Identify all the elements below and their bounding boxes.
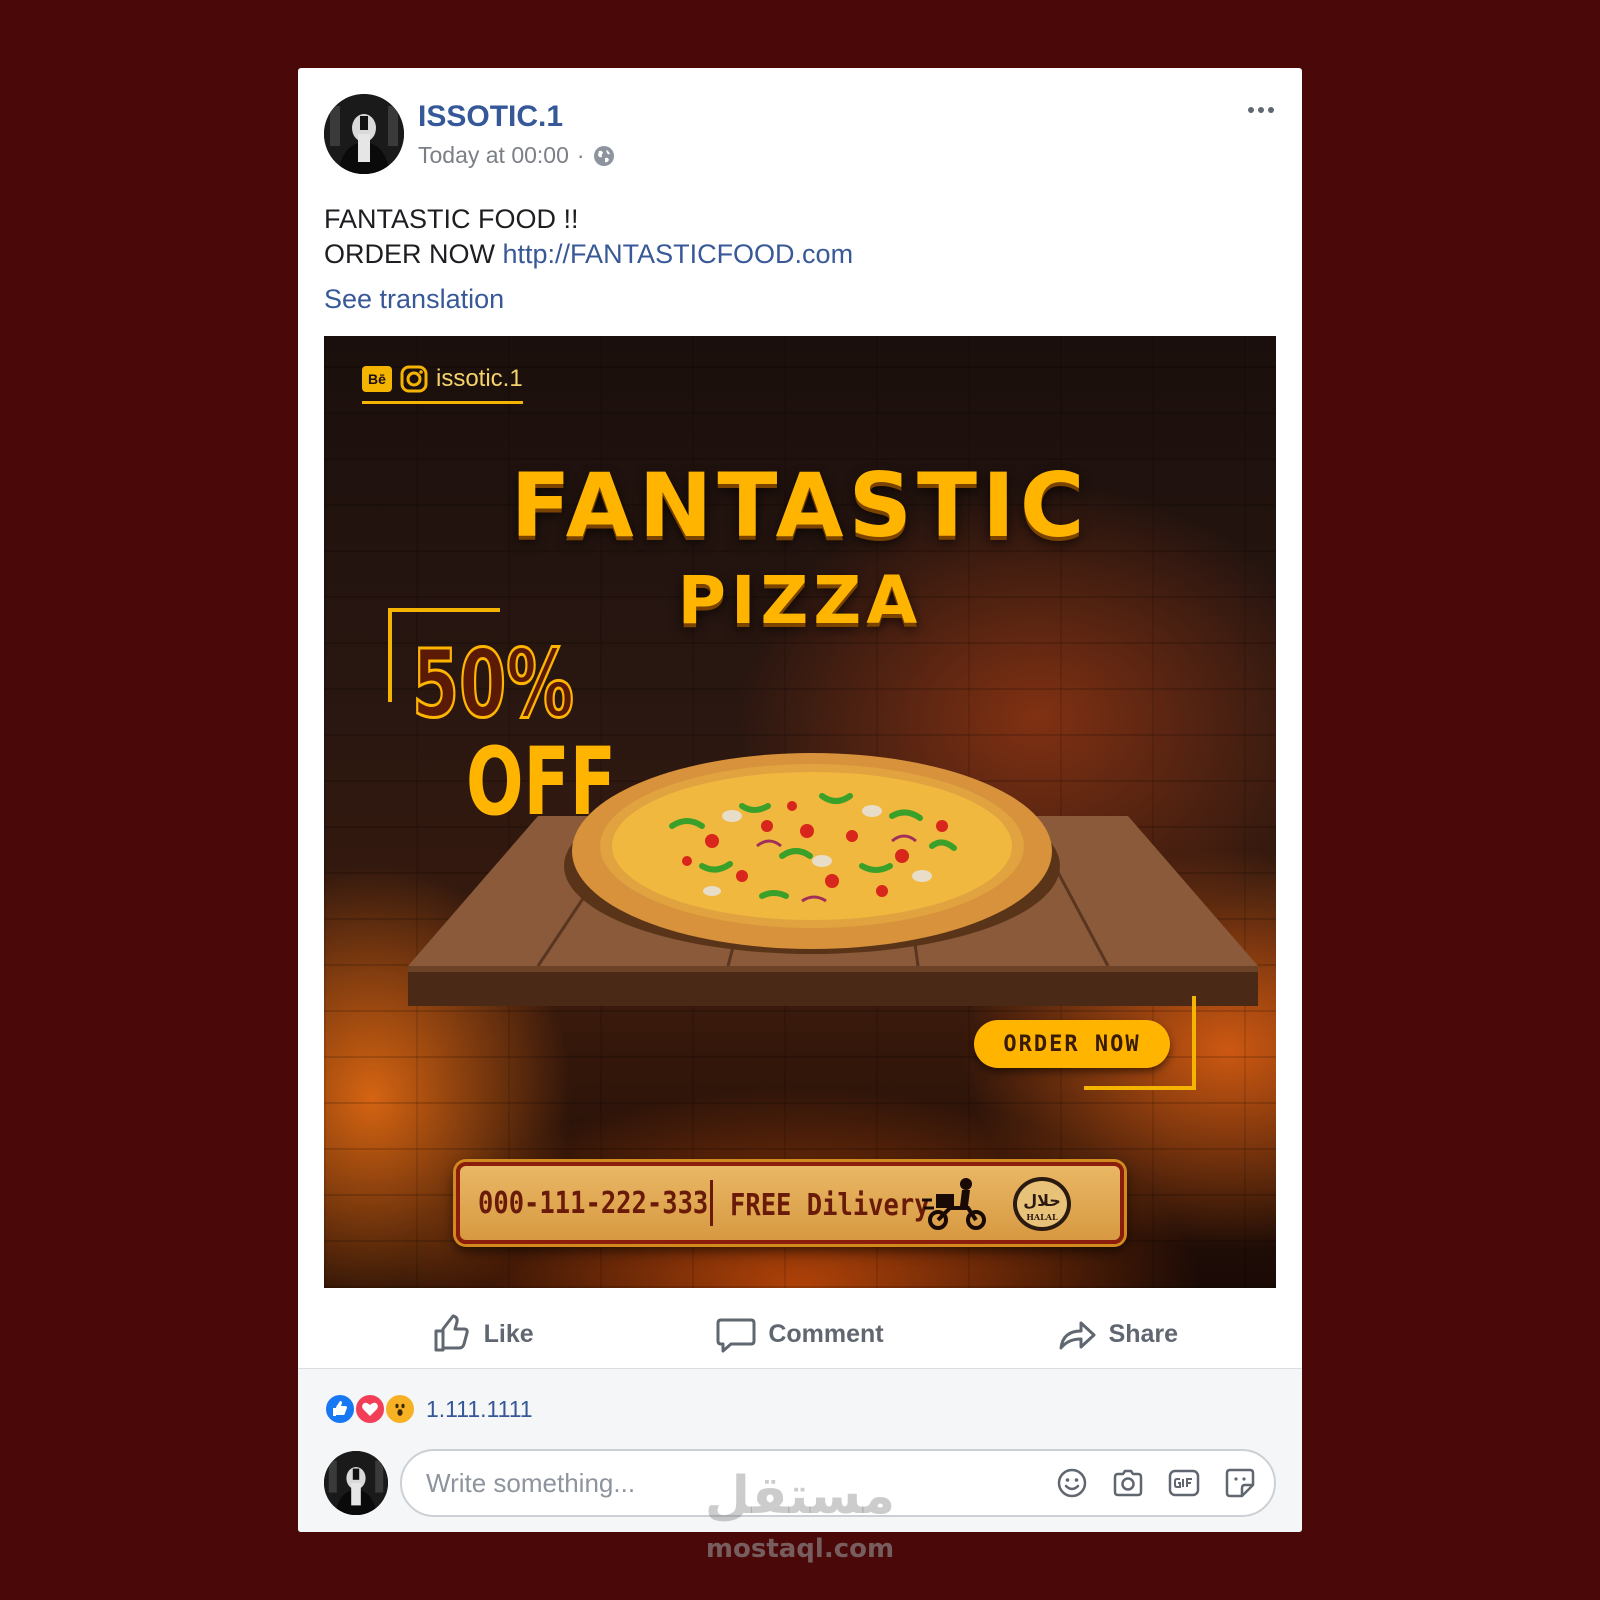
ad-social-handle: Bē issotic.1 bbox=[362, 362, 523, 404]
behance-icon: Bē bbox=[362, 365, 392, 392]
post-text-line2: ORDER NOW http://FANTASTICFOOD.com bbox=[324, 237, 853, 272]
post-text-line1: FANTASTIC FOOD !! bbox=[324, 204, 579, 234]
love-reaction-icon bbox=[354, 1393, 386, 1425]
instagram-icon bbox=[400, 365, 428, 393]
share-arrow-icon bbox=[1059, 1321, 1096, 1350]
post-text: FANTASTIC FOOD !! ORDER NOW http://FANTA… bbox=[324, 202, 853, 272]
halal-seal-icon: حلال HALAL bbox=[1010, 1174, 1074, 1234]
see-translation-link[interactable]: See translation bbox=[324, 284, 504, 315]
discount-percent: 50% bbox=[411, 629, 575, 741]
like-button[interactable]: Like bbox=[324, 1304, 641, 1364]
ad-info-bar: 000-111-222-333 FREE Dilivery حلال HALAL bbox=[456, 1162, 1124, 1244]
reaction-count: 1.111.1111 bbox=[426, 1395, 533, 1422]
watermark-arabic: مستقل bbox=[704, 1466, 896, 1526]
meta-separator: · bbox=[576, 142, 585, 168]
free-delivery-label: FREE Dilivery bbox=[730, 1188, 930, 1223]
more-horizontal-icon[interactable] bbox=[1246, 100, 1276, 120]
share-label: Share bbox=[1108, 1319, 1179, 1348]
phone-number: 000-111-222-333 bbox=[478, 1185, 709, 1221]
instagram-handle: issotic.1 bbox=[436, 364, 523, 392]
halal-latin-text: HALAL bbox=[1026, 1212, 1058, 1222]
like-reaction-icon bbox=[324, 1393, 356, 1425]
pizza-image bbox=[562, 716, 1062, 956]
comment-button[interactable]: Comment bbox=[641, 1304, 958, 1364]
globe-icon bbox=[593, 145, 615, 167]
like-label: Like bbox=[483, 1319, 534, 1348]
halal-arabic-text: حلال bbox=[1023, 1191, 1061, 1210]
post-meta: Today at 00:00 · bbox=[418, 142, 615, 169]
share-button[interactable]: Share bbox=[959, 1304, 1276, 1364]
post-actions: Like Comment Share bbox=[324, 1304, 1276, 1364]
watermark-latin: mostaql.com bbox=[705, 1534, 895, 1564]
comment-bubble-icon bbox=[716, 1318, 756, 1353]
post-header: ISSOTIC.1 Today at 00:00 · bbox=[324, 94, 1282, 176]
post-timestamp[interactable]: Today at 00:00 bbox=[418, 142, 569, 169]
post-link[interactable]: http://FANTASTICFOOD.com bbox=[503, 239, 854, 269]
wow-reaction-icon bbox=[384, 1393, 416, 1425]
author-name[interactable]: ISSOTIC.1 bbox=[418, 100, 563, 134]
order-now-button[interactable]: ORDER NOW bbox=[974, 1020, 1170, 1068]
info-divider bbox=[710, 1180, 713, 1226]
author-avatar[interactable] bbox=[324, 94, 404, 174]
ad-image[interactable]: Bē issotic.1 FANTASTIC PIZZA 50% OFF ORD… bbox=[324, 336, 1276, 1288]
comment-label: Comment bbox=[768, 1319, 884, 1348]
delivery-scooter-icon bbox=[922, 1176, 992, 1230]
reactions-summary[interactable]: 1.111.1111 bbox=[324, 1393, 533, 1425]
order-now-text: ORDER NOW bbox=[324, 239, 495, 269]
ad-title-line1: FANTASTIC bbox=[510, 454, 1090, 557]
thumbs-up-icon bbox=[434, 1314, 469, 1352]
facebook-post-card: ISSOTIC.1 Today at 00:00 · FANTASTIC FOO bbox=[298, 68, 1302, 1532]
